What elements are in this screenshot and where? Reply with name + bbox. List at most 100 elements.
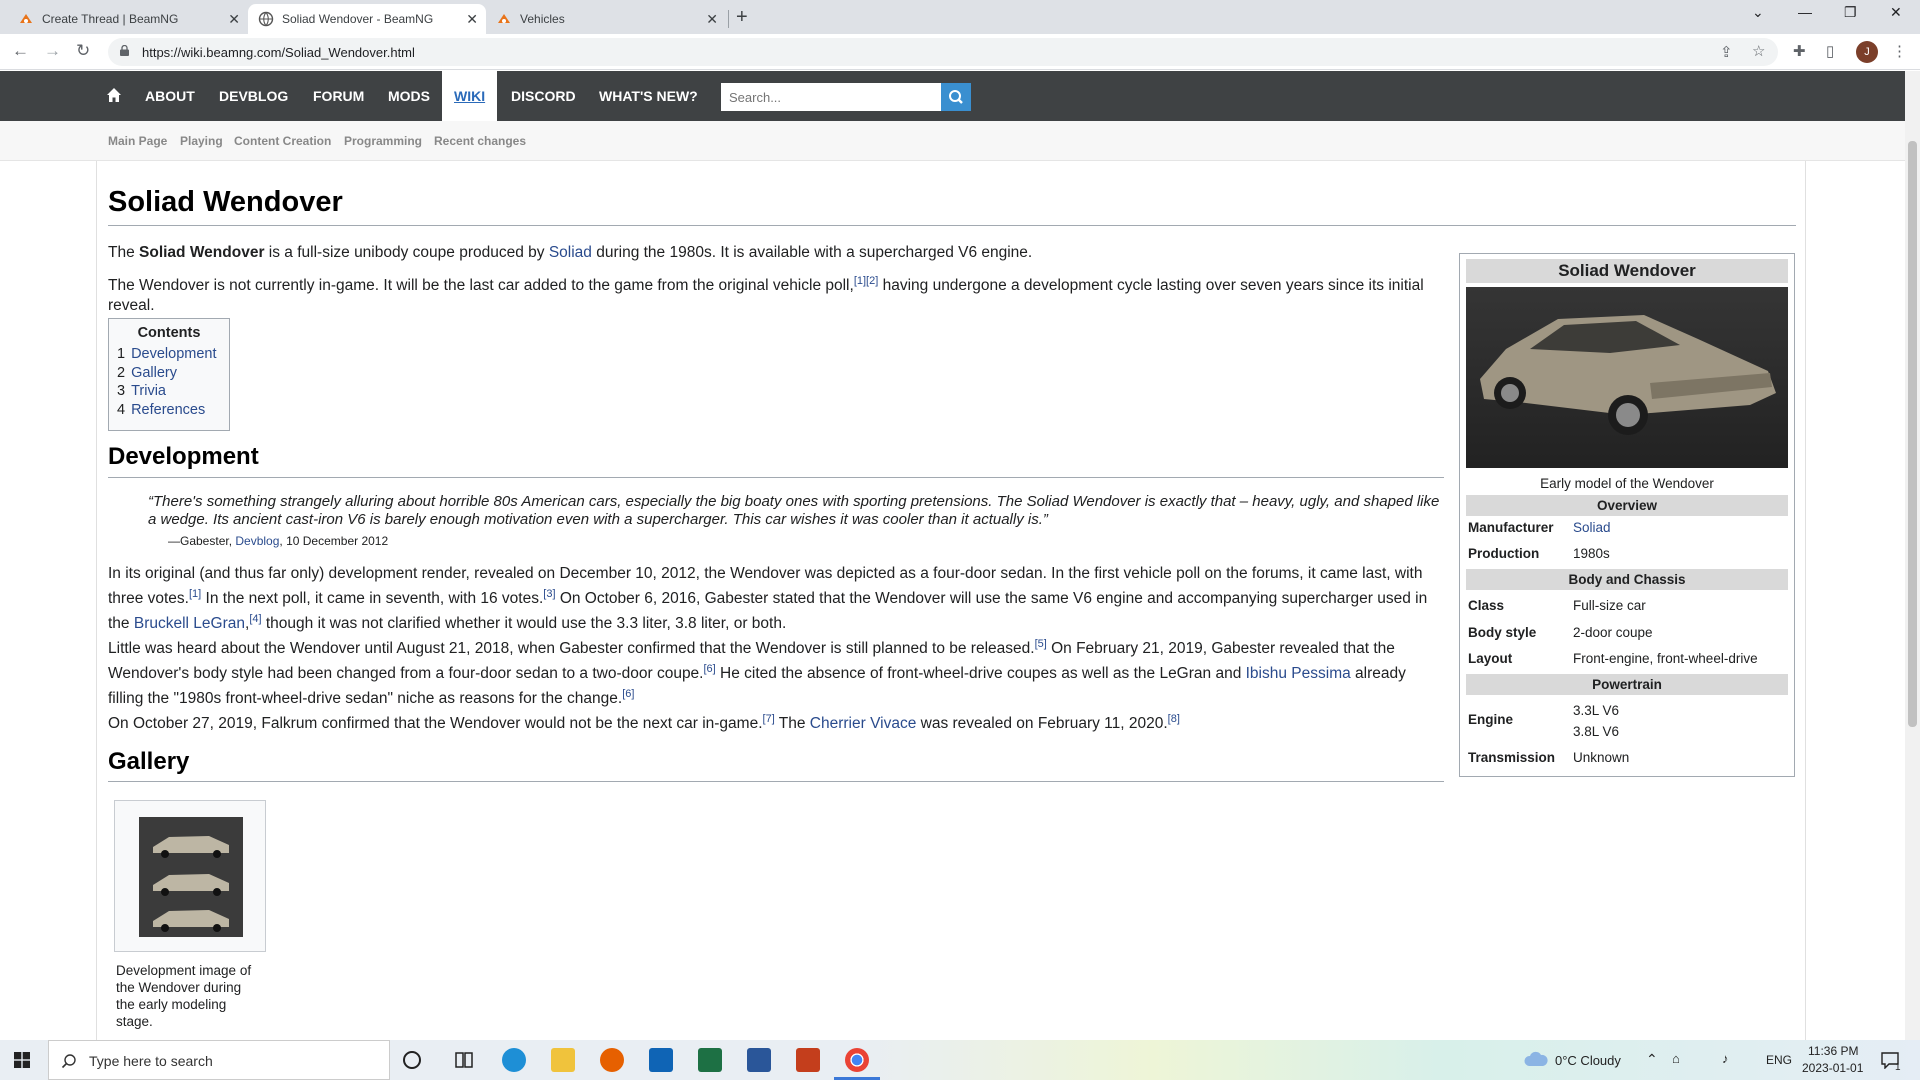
gallery-thumbnail-frame[interactable]: [114, 800, 266, 952]
weather-text[interactable]: 0°C Cloudy: [1555, 1053, 1621, 1068]
beamng-favicon-icon: [18, 11, 34, 27]
toc-item-trivia[interactable]: 3 Trivia: [117, 382, 221, 401]
wiki-search-input[interactable]: [721, 83, 941, 111]
chrome-menu-icon[interactable]: ⋮: [1892, 42, 1907, 60]
tab-soliad-wendover[interactable]: Soliad Wendover - BeamNG ✕: [248, 4, 486, 34]
outlook-icon[interactable]: [649, 1048, 673, 1072]
back-arrow-icon[interactable]: ←: [12, 41, 29, 61]
close-tab-icon[interactable]: ✕: [466, 11, 478, 28]
nav-link-whats-new[interactable]: WHAT'S NEW?: [599, 88, 698, 104]
share-icon[interactable]: ⇪: [1720, 43, 1733, 61]
network-icon[interactable]: ⌂: [1672, 1051, 1680, 1066]
file-explorer-icon[interactable]: [551, 1048, 575, 1072]
citation-link[interactable]: [3]: [543, 588, 555, 600]
clock-date[interactable]: 2023-01-01: [1802, 1061, 1863, 1075]
clock-time[interactable]: 11:36 PM: [1808, 1044, 1858, 1058]
powerpoint-icon[interactable]: [796, 1048, 820, 1072]
citation-link[interactable]: [1][2]: [854, 275, 878, 287]
toc-link[interactable]: Gallery: [131, 365, 177, 381]
link-soliad[interactable]: Soliad: [549, 244, 592, 261]
infobox-image-caption: Early model of the Wendover: [1540, 476, 1714, 491]
tab-create-thread[interactable]: Create Thread | BeamNG ✕: [8, 4, 248, 34]
nav-link-mods[interactable]: MODS: [388, 88, 430, 104]
tab-search-chevron-icon[interactable]: ⌄: [1752, 4, 1764, 21]
subnav-main-page[interactable]: Main Page: [108, 134, 167, 148]
firefox-icon[interactable]: [600, 1048, 624, 1072]
search-button[interactable]: [941, 83, 971, 111]
intro-paragraph-2: The Wendover is not currently in-game. I…: [108, 271, 1438, 316]
nav-link-devblog[interactable]: DEVBLOG: [219, 88, 288, 104]
restore-icon[interactable]: ❐: [1844, 4, 1857, 21]
infobox-label: Transmission: [1468, 750, 1556, 765]
address-bar[interactable]: https://wiki.beamng.com/Soliad_Wendover.…: [108, 38, 1778, 66]
language-indicator[interactable]: ENG: [1766, 1053, 1792, 1067]
citation-link[interactable]: [6]: [704, 663, 716, 675]
toc-item-development[interactable]: 1 Development: [117, 345, 221, 364]
new-tab-plus-icon[interactable]: +: [736, 6, 748, 29]
notification-count: 1: [1895, 1062, 1901, 1073]
forward-arrow-icon[interactable]: →: [44, 41, 61, 61]
nav-link-discord[interactable]: DISCORD: [511, 88, 576, 104]
reload-icon[interactable]: ↻: [76, 41, 90, 61]
table-of-contents: Contents 1 Development 2 Gallery 3 Trivia 4…: [108, 318, 230, 431]
subnav-programming[interactable]: Programming: [344, 134, 422, 148]
extensions-puzzle-icon[interactable]: ✚: [1793, 42, 1806, 60]
text: , 10 December 2012: [279, 534, 389, 548]
infobox-manufacturer-link[interactable]: Soliad: [1573, 520, 1611, 535]
home-icon[interactable]: [106, 87, 122, 103]
profile-avatar[interactable]: J: [1856, 41, 1878, 63]
subnav-recent-changes[interactable]: Recent changes: [434, 134, 526, 148]
windows-start-icon[interactable]: [14, 1052, 30, 1068]
nav-link-wiki[interactable]: WIKI: [442, 71, 498, 121]
cortana-circle-icon[interactable]: [403, 1051, 421, 1069]
link-bruckell-legran[interactable]: Bruckell LeGran: [134, 615, 245, 632]
infobox-label: Engine: [1468, 712, 1514, 727]
toc-item-references[interactable]: 4 References: [117, 401, 221, 420]
subnav-content-creation[interactable]: Content Creation: [234, 134, 331, 148]
citation-link[interactable]: [5]: [1035, 638, 1047, 650]
close-tab-icon[interactable]: ✕: [706, 11, 718, 28]
minimize-icon[interactable]: —: [1798, 4, 1812, 20]
page-title: Soliad Wendover: [108, 186, 343, 218]
heading-gallery: Gallery: [108, 748, 190, 775]
nav-link-about[interactable]: ABOUT: [145, 88, 195, 104]
word-icon[interactable]: [747, 1048, 771, 1072]
citation-link[interactable]: [4]: [249, 613, 261, 625]
link-cherrier-vivace[interactable]: Cherrier Vivace: [810, 715, 917, 732]
nav-link-forum[interactable]: FORUM: [313, 88, 364, 104]
text: —Gabester,: [168, 534, 236, 548]
link-devblog[interactable]: Devblog: [235, 534, 279, 548]
show-hidden-icons-chevron-icon[interactable]: ⌃: [1646, 1051, 1658, 1068]
cloud-weather-icon[interactable]: [1523, 1050, 1549, 1068]
volume-icon[interactable]: ♪: [1722, 1051, 1729, 1066]
taskbar-search-box[interactable]: Type here to search: [48, 1040, 390, 1080]
text: On October 27, 2019, Falkrum confirmed t…: [108, 715, 763, 733]
tab-vehicles[interactable]: Vehicles ✕: [486, 4, 726, 34]
toc-link[interactable]: Trivia: [131, 383, 166, 399]
development-paragraph-1: In its original (and thus far only) deve…: [108, 564, 1438, 634]
citation-link[interactable]: [8]: [1168, 713, 1180, 725]
close-window-icon[interactable]: ✕: [1890, 4, 1902, 21]
development-render-image[interactable]: [139, 817, 243, 937]
text: The: [108, 244, 140, 261]
citation-link[interactable]: [1]: [189, 588, 201, 600]
subnav-playing[interactable]: Playing: [180, 134, 223, 148]
text: was revealed on February 11, 2020.: [916, 715, 1168, 733]
bookmark-star-icon[interactable]: ☆: [1752, 42, 1765, 60]
page-scrollbar[interactable]: [1905, 71, 1920, 1040]
edge-browser-icon[interactable]: [502, 1048, 526, 1072]
chrome-icon[interactable]: [845, 1048, 869, 1072]
link-ibishu-pessima[interactable]: Ibishu Pessima: [1246, 665, 1351, 682]
close-tab-icon[interactable]: ✕: [228, 11, 240, 28]
toc-link[interactable]: References: [131, 402, 205, 418]
toc-item-gallery[interactable]: 2 Gallery: [117, 364, 221, 383]
infobox-car-image[interactable]: [1466, 287, 1788, 468]
side-panel-icon[interactable]: ▯: [1826, 42, 1834, 60]
excel-icon[interactable]: [698, 1048, 722, 1072]
task-view-icon[interactable]: [452, 1048, 476, 1072]
tab-separator: [728, 10, 729, 28]
citation-link[interactable]: [6]: [622, 688, 634, 700]
citation-link[interactable]: [7]: [763, 713, 775, 725]
toc-link[interactable]: Development: [131, 346, 216, 362]
scrollbar-thumb[interactable]: [1908, 141, 1917, 727]
